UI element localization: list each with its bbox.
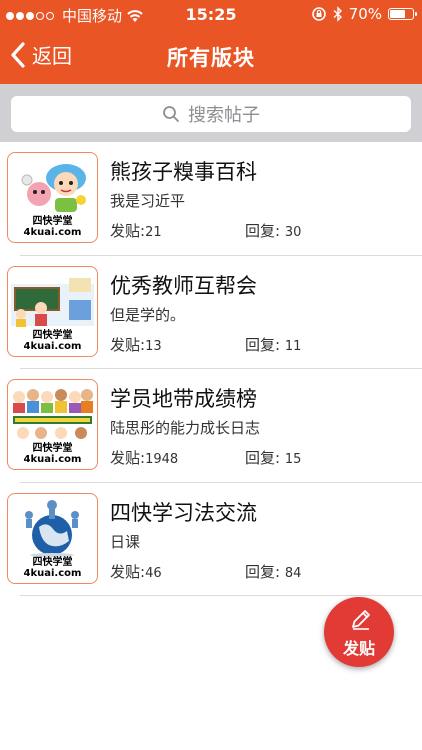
new-post-label: 发贴	[342, 639, 375, 658]
brand-url: 4kuai.com	[23, 454, 82, 465]
reply-count: 回复: 30	[245, 220, 301, 241]
board-latest: 但是学的。	[110, 305, 186, 324]
battery-fill	[390, 10, 406, 18]
search-bar: 搜索帖子	[0, 84, 422, 142]
search-icon	[163, 106, 179, 122]
reply-value: 30	[284, 225, 302, 240]
search-input[interactable]: 搜索帖子	[11, 96, 411, 132]
board-thumbnail: 四快学堂 4kuai.com	[7, 379, 98, 470]
brand-url: 4kuai.com	[23, 340, 82, 352]
post-count: 发贴:21	[110, 220, 162, 241]
rotation-lock-icon	[311, 7, 326, 21]
reply-value: 11	[284, 338, 302, 354]
teacher-classroom-icon	[11, 277, 94, 327]
reply-value: 15	[284, 452, 302, 467]
search-placeholder: 搜索帖子	[188, 105, 260, 126]
board-latest: 日课	[110, 532, 141, 551]
back-to-school-icon	[11, 389, 94, 439]
board-thumbnail: 四快学堂 4kuai.com	[7, 152, 98, 243]
post-label: 发贴:	[110, 222, 146, 240]
board-item[interactable]: 四快学堂 4kuai.com 学员地带成绩榜 陆思彤的能力成长日志 发贴:194…	[0, 369, 422, 483]
reply-value: 84	[284, 565, 302, 581]
post-label: 发贴:	[110, 335, 146, 354]
bluetooth-icon	[333, 6, 342, 22]
post-count: 发贴:46	[110, 561, 162, 582]
post-label: 发贴:	[110, 562, 146, 581]
reply-count: 回复: 84	[245, 561, 301, 582]
brand-mark: 四快学堂 4kuai.com	[8, 443, 97, 465]
post-value: 21	[145, 225, 162, 240]
brand-name: 四快学堂	[32, 556, 73, 568]
new-post-button[interactable]: 发贴	[324, 597, 394, 667]
brand-name: 四快学堂	[32, 443, 73, 454]
battery-percent: 70%	[348, 5, 382, 23]
globe-people-icon	[25, 499, 79, 557]
reply-label: 回复:	[245, 222, 281, 240]
battery-icon	[388, 8, 417, 20]
post-value: 13	[145, 338, 162, 354]
board-title: 优秀教师互帮会	[110, 273, 257, 298]
post-value: 1948	[145, 452, 179, 467]
brand-mark: 四快学堂 4kuai.com	[8, 557, 97, 579]
header: 中国移动 15:25 70% 返回 所有版块	[0, 0, 422, 84]
reply-label: 回复:	[245, 562, 281, 581]
cartoon-kids-icon	[21, 164, 86, 212]
post-label: 发贴:	[110, 449, 146, 467]
board-title: 四快学习法交流	[110, 500, 257, 525]
brand-url: 4kuai.com	[23, 227, 82, 238]
status-right: 70%	[311, 5, 417, 23]
status-bar: 中国移动 15:25 70%	[0, 0, 422, 30]
board-thumbnail: 四快学堂 4kuai.com	[7, 492, 98, 584]
board-title: 学员地带成绩榜	[110, 387, 257, 411]
reply-label: 回复:	[245, 335, 281, 354]
board-item[interactable]: 四快学堂 4kuai.com 优秀教师互帮会 但是学的。 发贴:13 回复: 1…	[0, 256, 422, 369]
pencil-icon	[352, 610, 370, 630]
post-count: 发贴:1948	[110, 447, 178, 468]
reply-label: 回复:	[245, 449, 281, 467]
post-value: 46	[145, 565, 162, 581]
brand-name: 四快学堂	[32, 216, 73, 227]
board-title: 熊孩子糗事百科	[110, 160, 257, 184]
brand-url: 4kuai.com	[23, 567, 82, 579]
nav-bar: 返回 所有版块	[0, 30, 422, 84]
board-item[interactable]: 四快学堂 4kuai.com 四快学习法交流 日课 发贴:46 回复: 84	[0, 483, 422, 596]
brand-mark: 四快学堂 4kuai.com	[8, 216, 97, 238]
brand-mark: 四快学堂 4kuai.com	[8, 330, 97, 352]
post-count: 发贴:13	[110, 334, 162, 355]
brand-name: 四快学堂	[32, 329, 73, 341]
reply-count: 回复: 11	[245, 334, 301, 355]
reply-count: 回复: 15	[245, 447, 301, 468]
board-item[interactable]: 四快学堂 4kuai.com 熊孩子糗事百科 我是习近平 发贴:21 回复: 3…	[0, 142, 422, 256]
app-screen: 中国移动 15:25 70% 返回 所有版块 搜索帖子 四快学堂 4kuai.c…	[0, 0, 422, 750]
board-latest: 陆思彤的能力成长日志	[110, 419, 261, 437]
divider	[20, 595, 422, 596]
page-title: 所有版块	[167, 46, 255, 70]
board-thumbnail: 四快学堂 4kuai.com	[7, 265, 98, 357]
board-list: 四快学堂 4kuai.com 熊孩子糗事百科 我是习近平 发贴:21 回复: 3…	[0, 142, 422, 596]
board-latest: 我是习近平	[110, 192, 186, 210]
